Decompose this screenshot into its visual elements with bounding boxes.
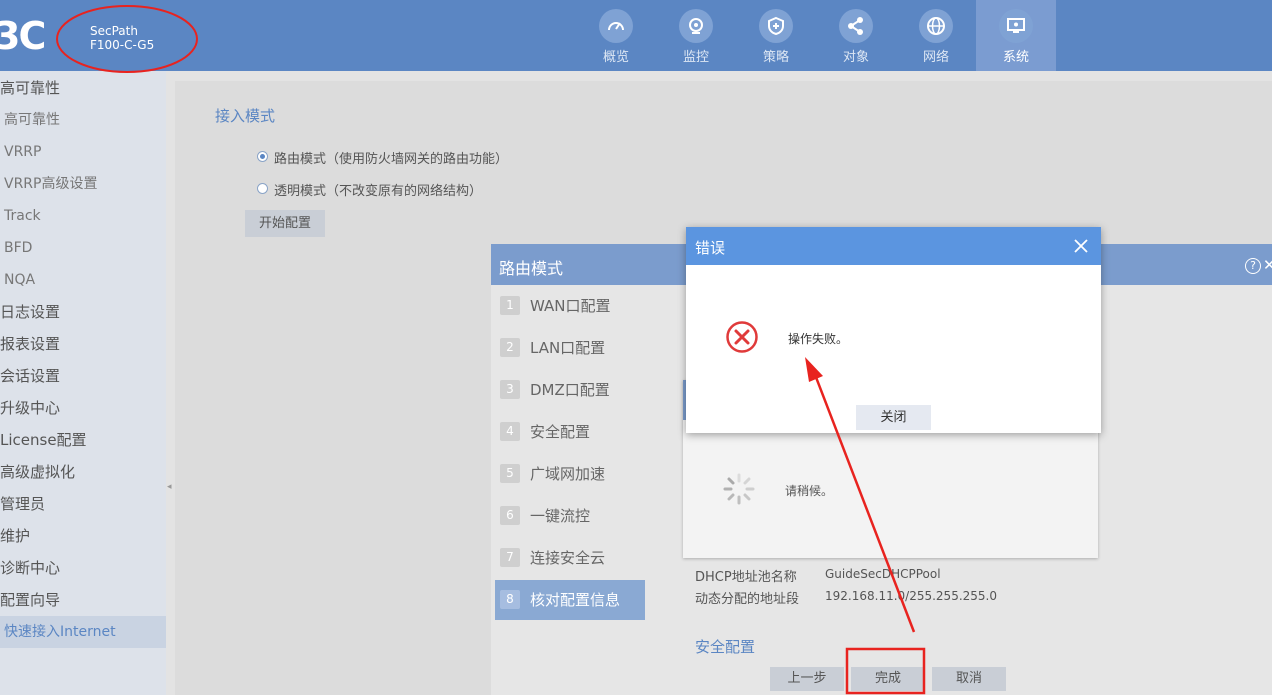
sidebar-item-nqa[interactable]: NQA xyxy=(0,264,170,296)
sidebar-item-config-wizard[interactable]: 配置向导 xyxy=(0,584,166,616)
sidebar-item-vrrp-advanced[interactable]: VRRP高级设置 xyxy=(0,168,170,200)
close-button[interactable]: 关闭 xyxy=(856,405,931,430)
gauge-icon xyxy=(599,9,633,43)
error-dialog-header[interactable] xyxy=(686,227,1101,265)
step-label: 连接安全云 xyxy=(530,549,606,567)
collapse-arrow-icon[interactable]: ◂ xyxy=(167,482,172,492)
brand-logo: 3C xyxy=(0,14,46,58)
nav-system-label: 系统 xyxy=(1002,50,1029,65)
model-name: SecPath xyxy=(90,24,138,38)
sidebar: 高可靠性 高可靠性 VRRP VRRP高级设置 Track BFD NQA 日志… xyxy=(0,71,170,695)
start-config-button[interactable]: 开始配置 xyxy=(245,210,325,237)
cancel-button[interactable]: 取消 xyxy=(932,667,1006,691)
nav-monitor[interactable]: 监控 xyxy=(656,0,736,71)
step-number: 3 xyxy=(500,380,520,399)
wizard-step-verify[interactable]: 8 核对配置信息 xyxy=(495,580,645,620)
step-label: WAN口配置 xyxy=(530,297,611,315)
camera-icon xyxy=(679,9,713,43)
waiting-text: 请稍候。 xyxy=(785,484,834,498)
nav-object-label: 对象 xyxy=(842,50,869,65)
nav-overview[interactable]: 概览 xyxy=(576,0,656,71)
dynamic-range-label: 动态分配的地址段 xyxy=(695,592,800,607)
nav-monitor-label: 监控 xyxy=(682,50,709,65)
wizard-step-wan-acceleration[interactable]: 5 广域网加速 xyxy=(495,454,645,494)
route-mode-label[interactable]: 路由模式（使用防火墙网关的路由功能） xyxy=(274,148,508,167)
nav-network[interactable]: 网络 xyxy=(896,0,976,71)
sidebar-item-bfd[interactable]: BFD xyxy=(0,232,170,264)
wizard-close-icon[interactable]: ✕ xyxy=(1263,256,1272,274)
sidebar-item-maintenance[interactable]: 维护 xyxy=(0,520,166,552)
step-number: 2 xyxy=(500,338,520,357)
shield-icon xyxy=(759,9,793,43)
wizard-step-security[interactable]: 4 安全配置 xyxy=(495,412,645,452)
sidebar-item-log-settings[interactable]: 日志设置 xyxy=(0,296,166,328)
wizard-title: 路由模式 xyxy=(499,259,564,278)
sidebar-item-quick-internet[interactable]: 快速接入Internet xyxy=(0,616,170,648)
error-dialog-title: 错误 xyxy=(695,239,726,257)
error-circle-icon xyxy=(726,321,758,353)
nav-policy[interactable]: 策略 xyxy=(736,0,816,71)
sidebar-item-license[interactable]: License配置 xyxy=(0,424,166,456)
loading-spinner-icon xyxy=(723,473,755,505)
security-config-heading: 安全配置 xyxy=(695,638,756,656)
sidebar-item-administrator[interactable]: 管理员 xyxy=(0,488,166,520)
step-label: 一键流控 xyxy=(530,507,591,525)
wizard-step-dmz[interactable]: 3 DMZ口配置 xyxy=(495,370,645,410)
sidebar-item-upgrade-center[interactable]: 升级中心 xyxy=(0,392,166,424)
nav-network-label: 网络 xyxy=(922,50,949,65)
help-icon[interactable]: ? xyxy=(1245,258,1261,274)
sidebar-item-session-settings[interactable]: 会话设置 xyxy=(0,360,166,392)
sidebar-item-ha-group[interactable]: 高可靠性 xyxy=(0,72,166,104)
close-icon[interactable] xyxy=(1072,237,1090,255)
wizard-step-security-cloud[interactable]: 7 连接安全云 xyxy=(495,538,645,578)
finish-button[interactable]: 完成 xyxy=(851,667,925,691)
monitor-icon xyxy=(999,9,1033,43)
step-label: 安全配置 xyxy=(530,423,591,441)
sidebar-item-vrrp[interactable]: VRRP xyxy=(0,136,170,168)
step-number: 4 xyxy=(500,422,520,441)
model-number: F100-C-G5 xyxy=(90,38,155,52)
step-number: 7 xyxy=(500,548,520,567)
sidebar-item-advanced-virtualization[interactable]: 高级虚拟化 xyxy=(0,456,166,488)
error-message: 操作失败。 xyxy=(788,332,849,346)
sidebar-item-track[interactable]: Track xyxy=(0,200,170,232)
access-mode-title: 接入模式 xyxy=(215,107,276,125)
step-label: DMZ口配置 xyxy=(530,381,610,399)
wizard-step-lan[interactable]: 2 LAN口配置 xyxy=(495,328,645,368)
globe-icon xyxy=(919,9,953,43)
sidebar-item-report-settings[interactable]: 报表设置 xyxy=(0,328,166,360)
step-label: LAN口配置 xyxy=(530,339,606,357)
nav-overview-label: 概览 xyxy=(602,50,629,65)
route-mode-radio[interactable] xyxy=(257,151,268,162)
sidebar-item-ha[interactable]: 高可靠性 xyxy=(0,104,170,136)
step-number: 8 xyxy=(500,590,520,609)
wizard-step-flow-control[interactable]: 6 一键流控 xyxy=(495,496,645,536)
prev-step-button[interactable]: 上一步 xyxy=(770,667,844,691)
wizard-step-wan[interactable]: 1 WAN口配置 xyxy=(495,286,645,326)
step-label: 广域网加速 xyxy=(530,465,606,483)
nav-object[interactable]: 对象 xyxy=(816,0,896,71)
dynamic-range-value: 192.168.11.0/255.255.255.0 xyxy=(825,589,997,603)
transparent-mode-label[interactable]: 透明模式（不改变原有的网络结构） xyxy=(274,180,482,199)
transparent-mode-radio[interactable] xyxy=(257,183,268,194)
share-icon xyxy=(839,9,873,43)
step-number: 1 xyxy=(500,296,520,315)
dhcp-pool-value: GuideSecDHCPPool xyxy=(825,567,941,581)
step-number: 6 xyxy=(500,506,520,525)
sidebar-splitter[interactable] xyxy=(166,71,174,695)
sidebar-item-diagnostic-center[interactable]: 诊断中心 xyxy=(0,552,166,584)
step-number: 5 xyxy=(500,464,520,483)
nav-policy-label: 策略 xyxy=(762,50,789,65)
dhcp-pool-label: DHCP地址池名称 xyxy=(695,570,797,585)
nav-system[interactable]: 系统 xyxy=(976,0,1056,71)
step-label: 核对配置信息 xyxy=(530,591,621,609)
